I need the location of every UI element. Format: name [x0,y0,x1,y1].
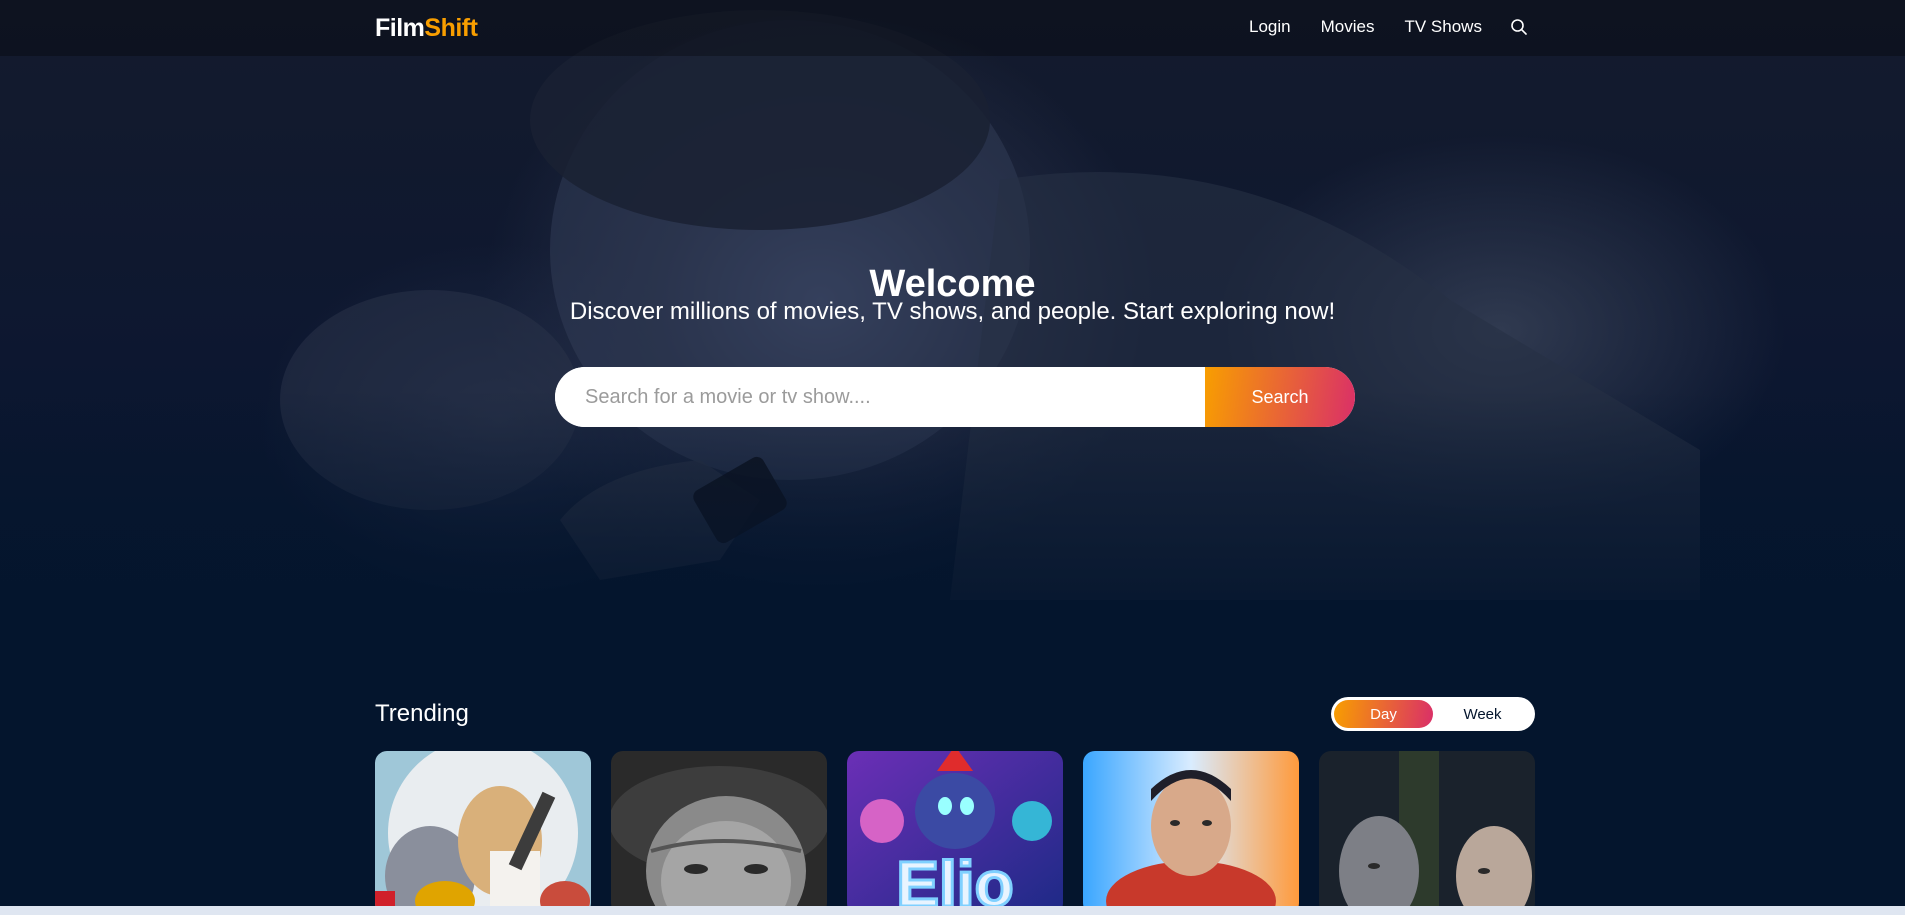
logo-text-shift: Shift [424,14,478,42]
top-navbar: FilmShift Login Movies TV Shows [0,0,1905,56]
search-input[interactable] [555,367,1205,427]
tab-week[interactable]: Week [1433,700,1532,728]
poster-image [611,751,827,915]
browser-status-strip [0,906,1905,915]
hero-search-bar: Search [555,367,1355,427]
trending-card-poster[interactable] [375,751,591,915]
trending-time-switch: Day Week [1331,697,1535,731]
nav-login-link[interactable]: Login [1249,17,1291,37]
trending-card-poster[interactable] [1319,751,1535,915]
search-button[interactable]: Search [1205,367,1355,427]
nav-movies-link[interactable]: Movies [1321,17,1375,37]
poster-image [375,751,591,915]
poster-image [1083,751,1299,915]
svg-text:Elio: Elio [896,848,1013,915]
hero-banner: Welcome Discover millions of movies, TV … [0,0,1905,650]
search-icon[interactable] [1510,18,1528,36]
page: Welcome Discover millions of movies, TV … [0,0,1905,915]
logo[interactable]: FilmShift [375,14,478,43]
trending-carousel: Elio [375,751,1555,915]
tab-day[interactable]: Day [1334,700,1433,728]
nav-tv-shows-link[interactable]: TV Shows [1404,17,1481,37]
trending-card-poster[interactable] [611,751,827,915]
logo-text-film: Film [375,14,425,42]
trending-section-title: Trending [375,700,469,727]
trending-card-poster[interactable] [1083,751,1299,915]
hero-subtitle: Discover millions of movies, TV shows, a… [569,298,1336,325]
nav-menu: Login Movies TV Shows [1249,17,1528,37]
poster-image: Elio [847,751,1063,915]
poster-image [1319,751,1535,915]
hero-content: Welcome Discover millions of movies, TV … [0,262,1905,326]
trending-card-poster[interactable]: Elio [847,751,1063,915]
hero-fade-overlay [0,390,1905,650]
